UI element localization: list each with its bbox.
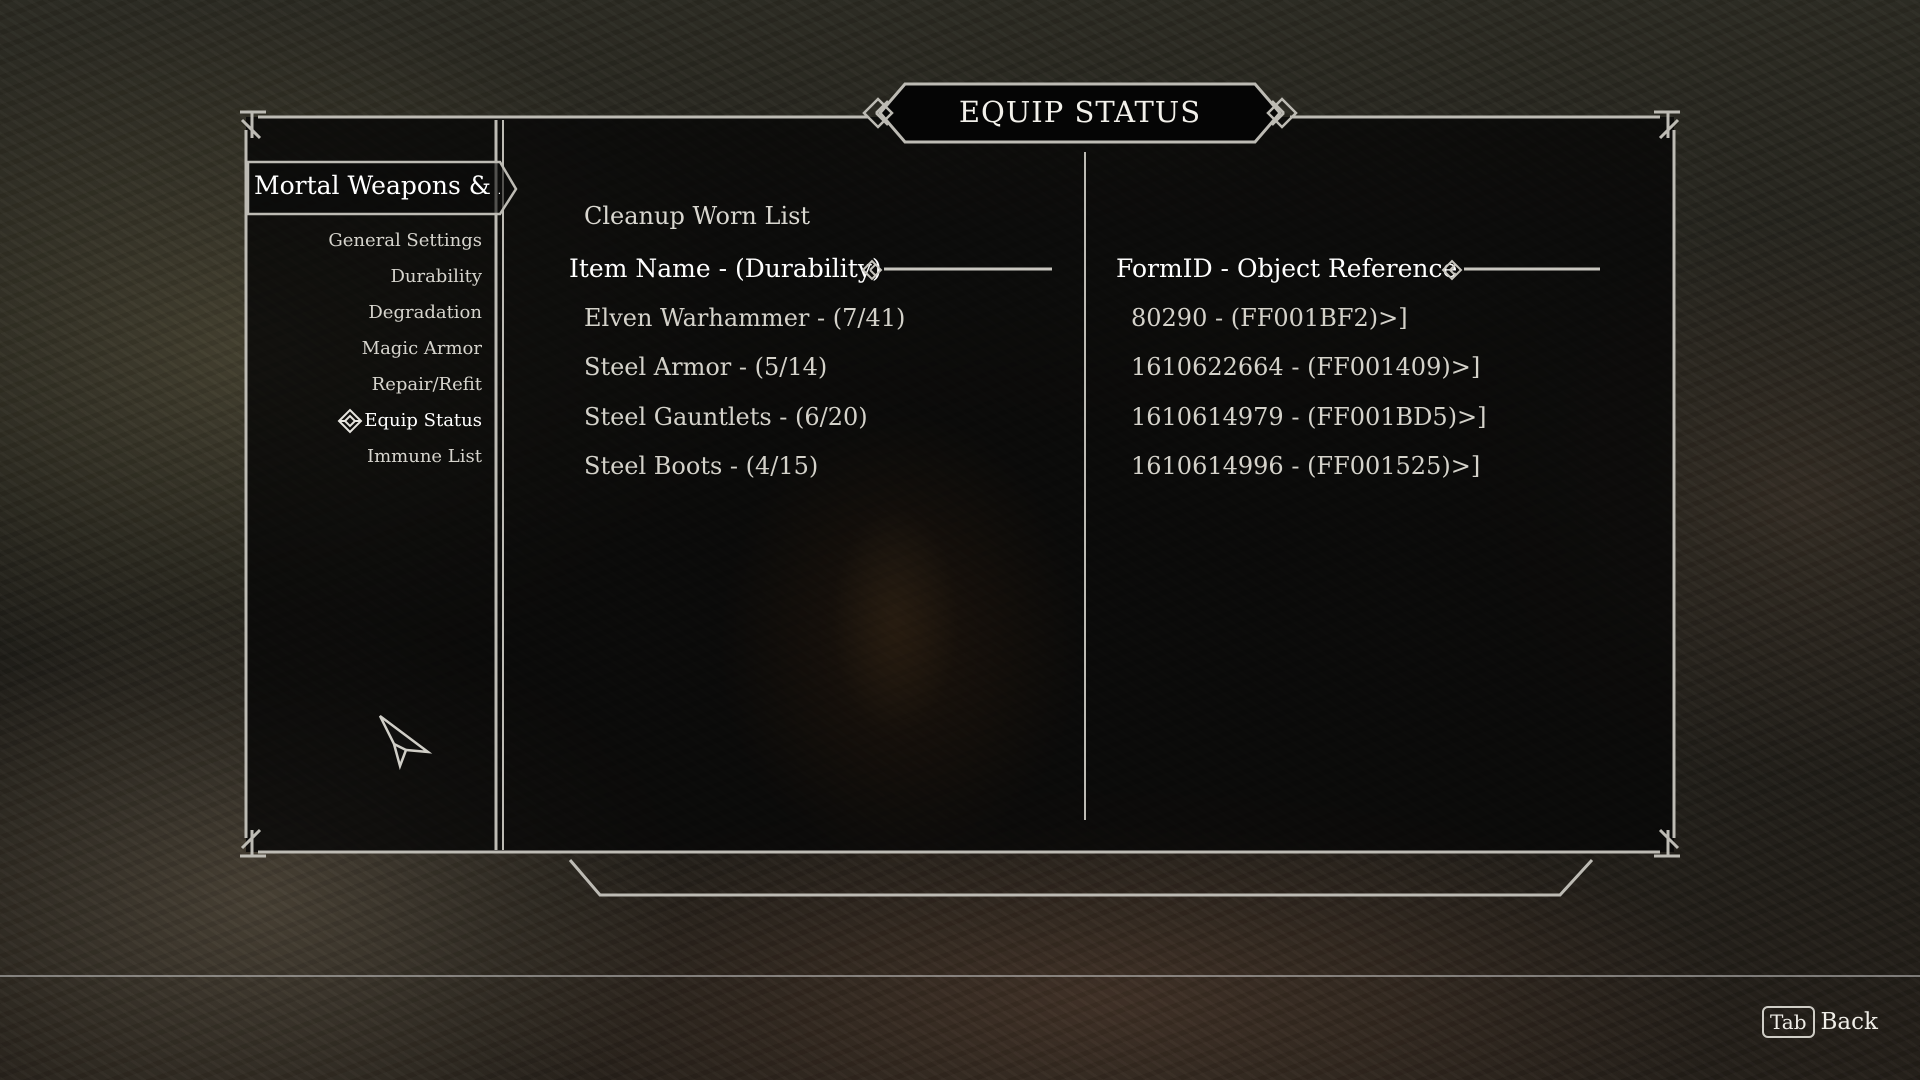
page-general-settings[interactable]: General Settings — [300, 222, 482, 258]
item-name-header: Item Name - (Durability) — [569, 254, 882, 283]
item-row-name[interactable]: Elven Warhammer - (7/41) — [584, 304, 905, 332]
item-row-ref[interactable]: 80290 - (FF001BF2)>] — [1131, 304, 1408, 332]
mod-pages-list: General Settings Durability Degradation … — [300, 222, 482, 474]
item-row-name[interactable]: Steel Gauntlets - (6/20) — [584, 403, 868, 431]
item-row-ref[interactable]: 1610614979 - (FF001BD5)>] — [1131, 403, 1487, 431]
page-label: Repair/Refit — [371, 373, 482, 395]
page-label: Immune List — [367, 445, 482, 467]
mouse-cursor-icon — [378, 715, 433, 770]
mod-name-tab[interactable]: Mortal Weapons & Ar — [248, 160, 500, 210]
item-row-name[interactable]: Steel Armor - (5/14) — [584, 353, 827, 381]
page-immune-list[interactable]: Immune List — [300, 438, 482, 474]
footer-divider — [0, 975, 1920, 977]
back-button[interactable]: Tab Back — [1762, 1006, 1878, 1038]
cleanup-worn-list-option[interactable]: Cleanup Worn List — [584, 202, 810, 230]
tab-key-icon: Tab — [1762, 1006, 1815, 1038]
selected-marker-icon — [337, 408, 363, 434]
page-label: Equip Status — [364, 409, 482, 431]
page-equip-status[interactable]: Equip Status — [300, 402, 482, 438]
page-durability[interactable]: Durability — [300, 258, 482, 294]
item-row-ref[interactable]: 1610614996 - (FF001525)>] — [1131, 452, 1480, 480]
item-row-name[interactable]: Steel Boots - (4/15) — [584, 452, 818, 480]
page-label: Durability — [390, 265, 482, 287]
page-label: General Settings — [328, 229, 482, 251]
formid-header: FormID - Object Reference — [1116, 254, 1458, 283]
header-divider-icon — [861, 259, 1052, 281]
page-label: Degradation — [368, 301, 482, 323]
page-label: Magic Armor — [361, 337, 482, 359]
page-repair-refit[interactable]: Repair/Refit — [300, 366, 482, 402]
back-label: Back — [1820, 1009, 1878, 1035]
page-degradation[interactable]: Degradation — [300, 294, 482, 330]
header-divider-icon — [1441, 259, 1600, 281]
page-title: EQUIP STATUS — [958, 95, 1202, 129]
item-row-ref[interactable]: 1610622664 - (FF001409)>] — [1131, 353, 1480, 381]
page-magic-armor[interactable]: Magic Armor — [300, 330, 482, 366]
